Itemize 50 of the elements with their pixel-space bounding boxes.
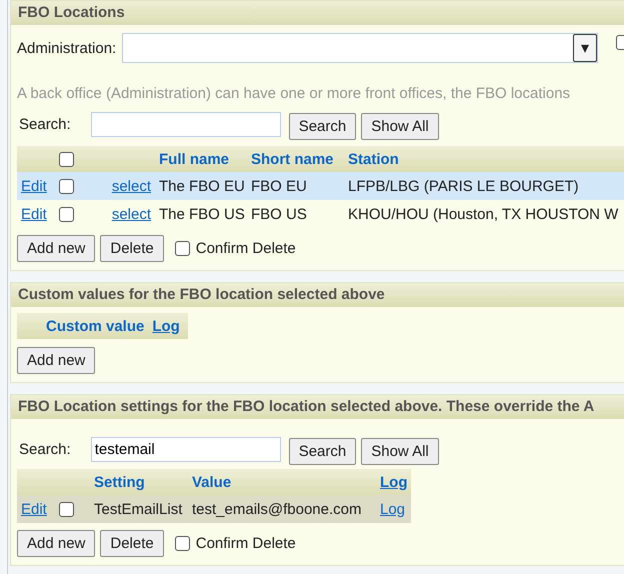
- column-header[interactable]: Custom value: [46, 318, 144, 334]
- table-cell: test_emails@fboone.com: [192, 500, 362, 518]
- select-link[interactable]: select: [112, 206, 151, 222]
- field-label: Administration:: [17, 40, 116, 56]
- action-button[interactable]: Show All: [361, 438, 439, 465]
- action-button[interactable]: Add new: [17, 530, 96, 557]
- action-button[interactable]: Search: [288, 438, 356, 465]
- column-header[interactable]: Full name: [159, 150, 230, 168]
- row-highlight[interactable]: [17, 172, 624, 200]
- action-button[interactable]: Delete: [100, 235, 164, 262]
- panel-header: Custom values for the FBO location selected above: [11, 283, 624, 307]
- confirm-label: Confirm Delete: [196, 535, 296, 552]
- action-button[interactable]: Add new: [17, 347, 96, 374]
- search-field[interactable]: testemail: [90, 436, 281, 462]
- log-link[interactable]: Log: [152, 318, 180, 334]
- select-all-checkbox[interactable]: [59, 152, 74, 166]
- panel-header: FBO Locations: [11, 1, 624, 25]
- row-checkbox[interactable]: [59, 206, 74, 222]
- edit-link[interactable]: Edit: [21, 206, 47, 222]
- hint-text: A back office (Administration) can have one or more front offices, the FBO locations: [17, 85, 572, 102]
- log-link[interactable]: Log: [380, 474, 408, 490]
- select-link[interactable]: select: [112, 178, 151, 194]
- table-cell: The FBO US: [159, 206, 245, 222]
- search-label: Search:: [19, 116, 71, 132]
- action-button[interactable]: Delete: [100, 530, 164, 557]
- table-cell: KHOU/HOU (Houston, TX HOUSTON W: [348, 206, 618, 222]
- column-header[interactable]: Station: [348, 150, 399, 168]
- administration-dropdown[interactable]: ▾: [122, 33, 598, 63]
- log-link[interactable]: Log: [380, 500, 406, 518]
- search-label: Search:: [19, 440, 71, 458]
- edit-link[interactable]: Edit: [21, 500, 47, 518]
- search-field[interactable]: [90, 112, 281, 136]
- table-cell: FBO EU: [251, 178, 307, 194]
- confirm-label: Confirm Delete: [196, 240, 296, 257]
- table-cell: FBO US: [251, 206, 307, 222]
- confirm-checkbox[interactable]: [174, 536, 190, 551]
- panel-header: FBO Location settings for the FBO location selected above. These override the A: [11, 395, 624, 419]
- table-cell: TestEmailList: [94, 500, 182, 518]
- column-header[interactable]: Short name: [251, 150, 334, 168]
- column-header[interactable]: Value: [192, 474, 232, 490]
- row-checkbox[interactable]: [59, 502, 74, 516]
- table-cell: The FBO EU: [159, 178, 245, 194]
- edit-link[interactable]: Edit: [21, 178, 47, 194]
- column-header[interactable]: Setting: [94, 474, 145, 490]
- table-cell: LFPB/LBG (PARIS LE BOURGET): [348, 178, 579, 194]
- confirm-checkbox[interactable]: [174, 241, 190, 256]
- action-button[interactable]: Add new: [17, 235, 96, 262]
- row-checkbox[interactable]: [59, 178, 74, 194]
- action-button[interactable]: Search: [288, 113, 356, 140]
- action-button[interactable]: Show All: [361, 113, 439, 140]
